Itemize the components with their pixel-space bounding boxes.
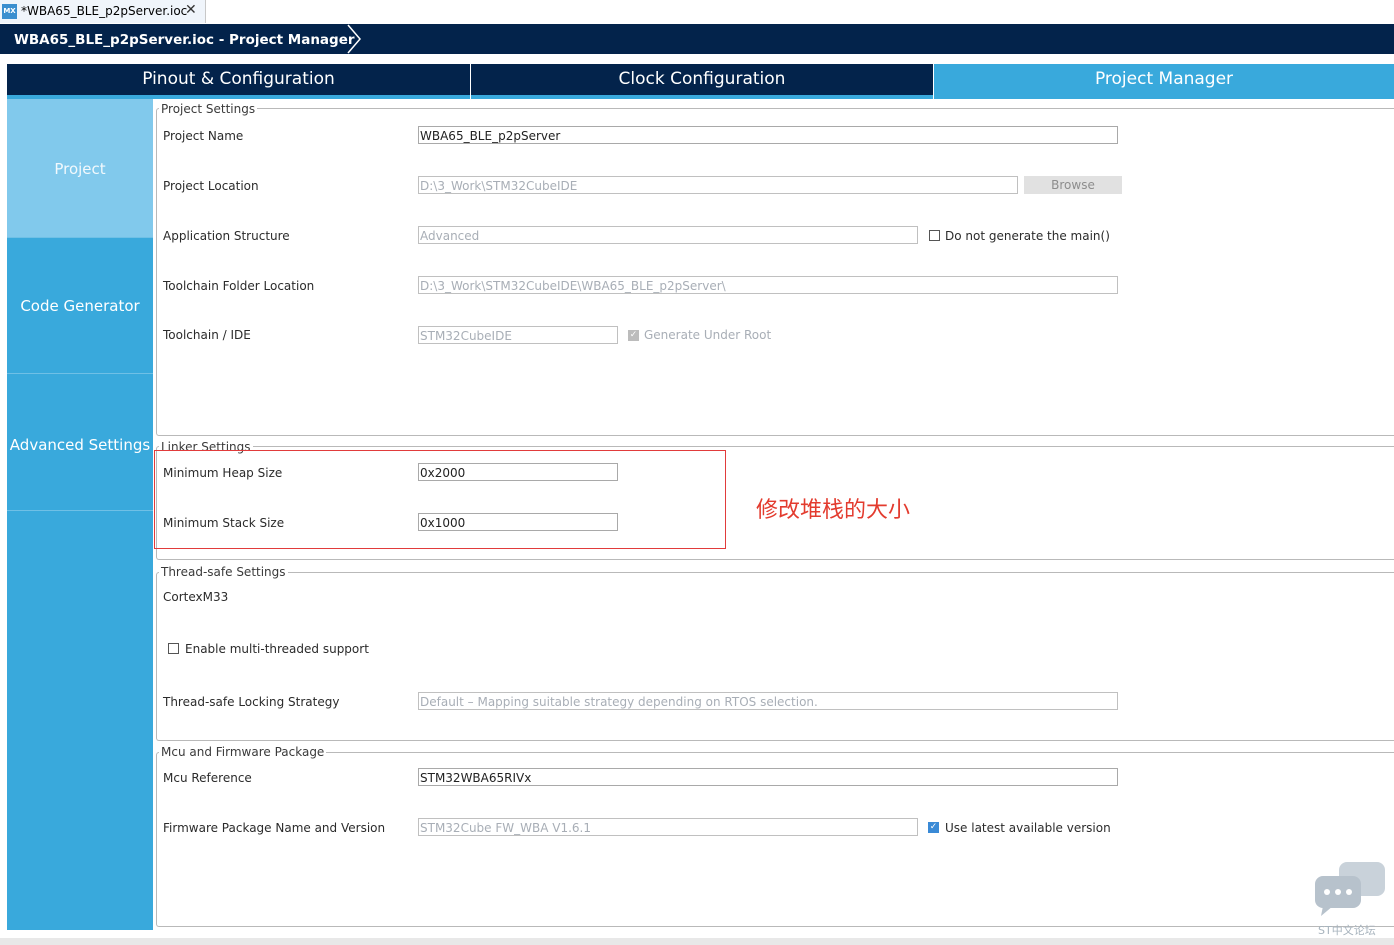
application-structure-label: Application Structure <box>163 229 290 243</box>
status-strip <box>0 938 1394 945</box>
no-main-label: Do not generate the main() <box>945 229 1110 243</box>
tab-clock-configuration[interactable]: Clock Configuration <box>471 64 933 99</box>
use-latest-label: Use latest available version <box>945 821 1111 835</box>
mcu-reference-input[interactable]: STM32WBA65RIVx <box>418 768 1118 786</box>
editor-tab[interactable]: MX *WBA65_BLE_p2pServer.ioc ✕ <box>0 0 206 23</box>
checkmark-icon: ✓ <box>929 822 938 832</box>
mcu-firmware-title: Mcu and Firmware Package <box>159 745 327 759</box>
toolchain-ide-select[interactable]: STM32CubeIDE <box>418 326 618 344</box>
use-latest-checkbox[interactable]: ✓ <box>928 822 939 833</box>
chat-bubbles-icon <box>1315 862 1385 916</box>
project-location-label: Project Location <box>163 179 259 193</box>
locking-strategy-label: Thread-safe Locking Strategy <box>163 695 340 709</box>
core-label: CortexM33 <box>163 590 229 604</box>
thread-safe-settings-group <box>156 572 1394 741</box>
sidebar-item-code-generator[interactable]: Code Generator <box>7 238 153 374</box>
watermark-text: ST中文论坛 <box>1318 924 1376 937</box>
project-settings-title: Project Settings <box>159 102 258 116</box>
tab-pinout-configuration[interactable]: Pinout & Configuration <box>7 64 470 99</box>
toolchain-folder-input[interactable]: D:\3_Work\STM32CubeIDE\WBA65_BLE_p2pServ… <box>418 276 1118 294</box>
project-settings-group <box>156 108 1394 436</box>
generate-under-root-checkbox[interactable]: ✓ <box>628 330 639 341</box>
breadcrumb: WBA65_BLE_p2pServer.ioc - Project Manage… <box>0 24 1394 54</box>
firmware-select[interactable]: STM32Cube FW_WBA V1.6.1 <box>418 818 918 836</box>
editor-tab-label: *WBA65_BLE_p2pServer.ioc <box>21 4 188 18</box>
locking-strategy-select[interactable]: Default – Mapping suitable strategy depe… <box>418 692 1118 710</box>
thread-safe-settings-title: Thread-safe Settings <box>159 565 288 579</box>
toolchain-ide-label: Toolchain / IDE <box>163 328 251 342</box>
project-location-input[interactable]: D:\3_Work\STM32CubeIDE <box>418 176 1018 194</box>
tab-project-manager[interactable]: Project Manager <box>934 64 1394 99</box>
sidebar-item-advanced-settings[interactable]: Advanced Settings <box>7 374 153 511</box>
multithread-checkbox[interactable] <box>168 643 179 654</box>
cubemx-file-icon: MX <box>2 4 17 19</box>
sidebar: Project Code Generator Advanced Settings <box>7 99 153 930</box>
no-main-checkbox[interactable] <box>929 230 940 241</box>
browse-button[interactable]: Browse <box>1024 176 1122 194</box>
editor-tab-strip <box>0 0 1394 25</box>
application-structure-select[interactable]: Advanced <box>418 226 918 244</box>
highlight-box <box>154 450 726 549</box>
chevron-right-icon <box>347 24 361 54</box>
multithread-label: Enable multi-threaded support <box>185 642 369 656</box>
firmware-label: Firmware Package Name and Version <box>163 821 386 835</box>
breadcrumb-label: WBA65_BLE_p2pServer.ioc - Project Manage… <box>14 32 355 48</box>
toolchain-folder-label: Toolchain Folder Location <box>163 279 315 293</box>
mcu-reference-label: Mcu Reference <box>163 771 252 785</box>
project-name-label: Project Name <box>163 129 244 143</box>
annotation-text: 修改堆栈的大小 <box>756 498 911 523</box>
checkmark-icon: ✓ <box>629 330 638 340</box>
sidebar-item-project[interactable]: Project <box>7 99 153 238</box>
generate-under-root-label: Generate Under Root <box>644 328 772 342</box>
project-name-input[interactable]: WBA65_BLE_p2pServer <box>418 126 1118 144</box>
close-icon[interactable]: ✕ <box>185 2 197 18</box>
